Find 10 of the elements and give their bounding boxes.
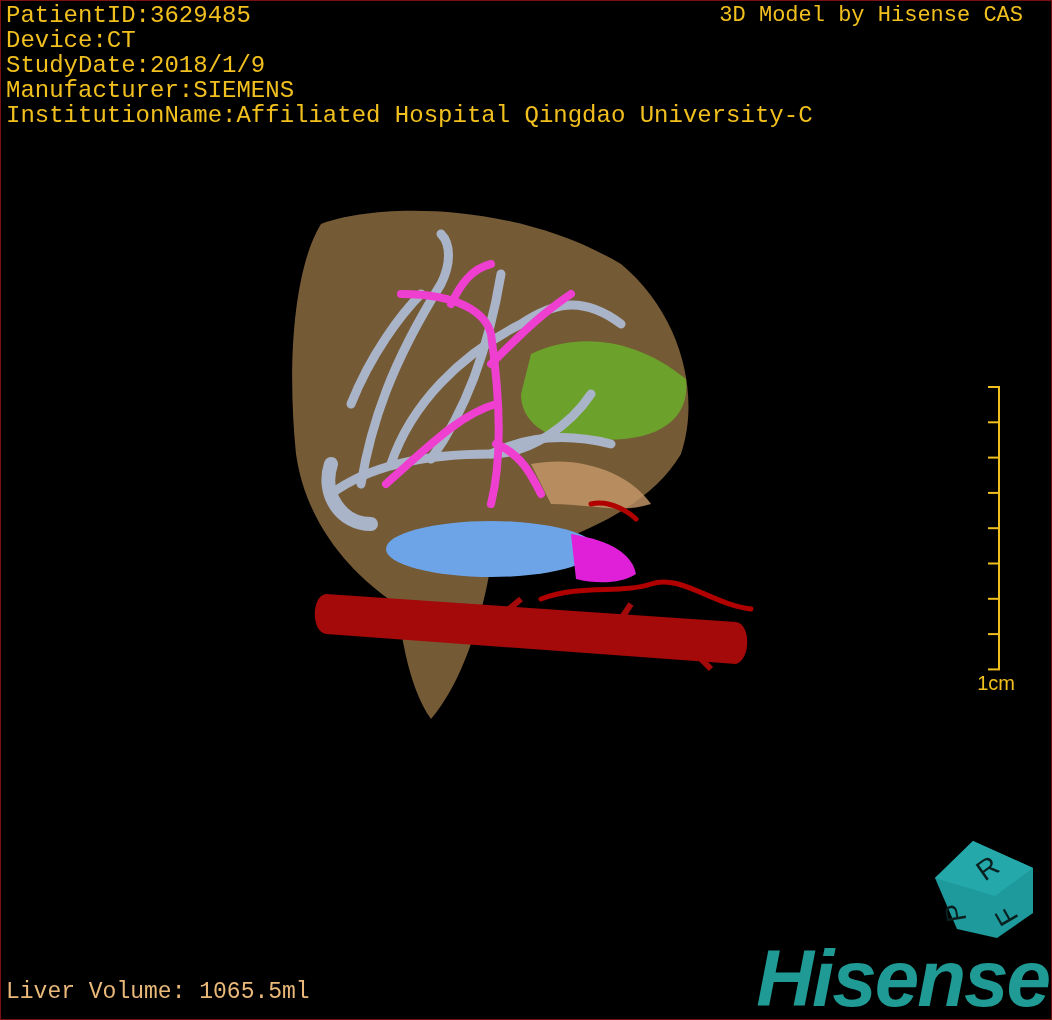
orientation-cube[interactable]: R P F: [935, 841, 1035, 941]
scale-label: 1cm: [977, 671, 1015, 695]
patient-info-text: Device:CT: [6, 28, 136, 53]
liver-volume-text: Liver Volume: 1065.5ml: [5, 979, 310, 1007]
viewer-title: 3D Model by Hisense CAS: [719, 3, 1024, 28]
brand-logo: Hisense: [756, 943, 1050, 1019]
patient-info-text: StudyDate:2018/1/9: [6, 53, 266, 78]
patient-info-text: Manufacturer:SIEMENS: [6, 78, 295, 103]
patient-info-text: PatientID:3629485: [6, 3, 251, 28]
patient-info-text: InstitutionName:Affiliated Hospital Qingdao University-C: [6, 103, 813, 128]
